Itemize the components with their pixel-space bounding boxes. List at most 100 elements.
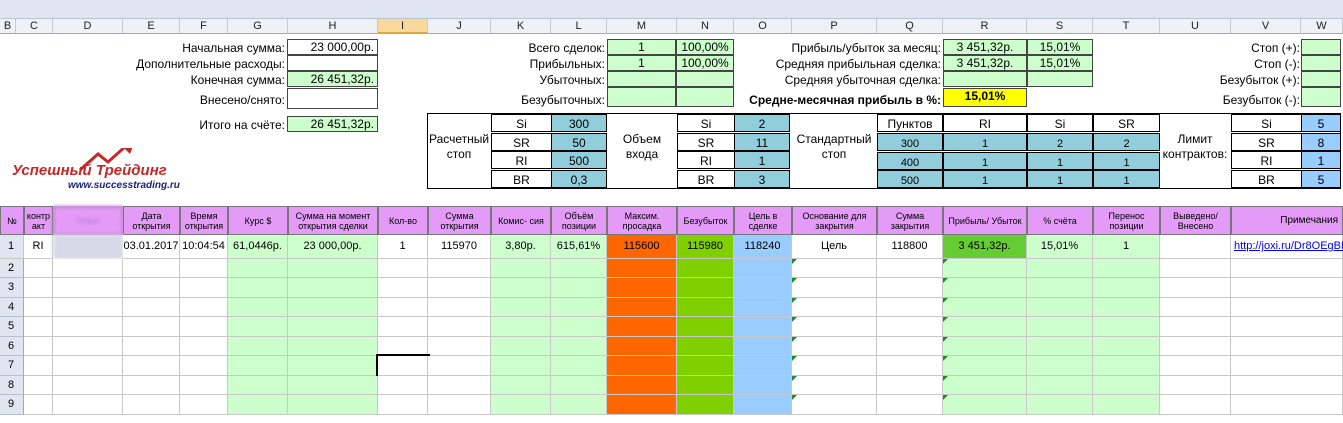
table-header-col-14[interactable]: Основание для закрытия (792, 206, 877, 235)
stop-plus-value[interactable] (1301, 39, 1341, 55)
deposit-value[interactable] (287, 88, 378, 109)
table-cell[interactable] (123, 258, 180, 278)
avg-profit-value[interactable]: 3 451,32р. (943, 55, 1027, 71)
table-cell[interactable] (1027, 375, 1093, 395)
table-cell[interactable] (1093, 375, 1160, 395)
std-stop-cell[interactable]: 1 (1027, 151, 1093, 170)
table-cell[interactable] (376, 354, 430, 378)
column-header-g[interactable]: G (228, 19, 288, 34)
row1-cell-14[interactable]: Цель (792, 235, 877, 259)
table-cell[interactable] (428, 336, 491, 356)
table-cell[interactable] (53, 297, 123, 317)
stop-minus-value[interactable] (1301, 55, 1341, 71)
std-stop-cell[interactable]: 2 (1093, 133, 1160, 151)
table-header-col-3[interactable]: Дата открытия (123, 206, 180, 235)
table-cell[interactable] (491, 395, 551, 415)
table-header-col-10[interactable]: Объём позиции (551, 206, 607, 235)
table-cell[interactable] (943, 258, 1027, 278)
table-cell[interactable] (228, 278, 288, 298)
table-header-col-4[interactable]: Время открытия (180, 206, 228, 235)
table-cell[interactable] (288, 356, 378, 376)
table-cell[interactable] (428, 395, 491, 415)
row1-cell-9[interactable]: 3,80р. (491, 235, 551, 259)
table-cell[interactable] (180, 258, 228, 278)
entry_volume-value-br[interactable]: 3 (734, 169, 790, 188)
table-header-col-11[interactable]: Максим. просадка (607, 206, 677, 235)
table-cell[interactable] (943, 395, 1027, 415)
column-header-e[interactable]: E (123, 19, 180, 34)
table-cell[interactable] (792, 395, 877, 415)
table-cell[interactable] (428, 356, 491, 376)
row1-cell-3[interactable]: 03.01.2017 (123, 235, 180, 259)
std-stop-cell[interactable]: 1 (1093, 170, 1160, 188)
profit-deals-count[interactable]: 1 (607, 55, 676, 71)
table-cell[interactable] (288, 336, 378, 356)
table-cell[interactable] (877, 297, 943, 317)
table-cell[interactable] (180, 297, 228, 317)
table-cell[interactable] (734, 395, 792, 415)
table-cell[interactable] (378, 395, 428, 415)
row1-cell-17[interactable]: 15,01% (1027, 235, 1093, 259)
table-cell[interactable] (734, 258, 792, 278)
table-cell[interactable] (24, 278, 53, 298)
table-cell[interactable] (792, 258, 877, 278)
calc_stop-value-sr[interactable]: 50 (551, 132, 607, 151)
column-header-r[interactable]: R (943, 19, 1027, 34)
row1-cell-1[interactable]: RI (24, 235, 53, 259)
table-header-col-6[interactable]: Сумма на момент открытия сделки (288, 206, 378, 235)
column-header-v[interactable]: V (1231, 19, 1301, 34)
row1-cell-4[interactable]: 10:04:54 (180, 235, 228, 259)
table-header-col-2[interactable]: Ticker (53, 206, 123, 235)
entry_volume-value-ri[interactable]: 1 (734, 151, 790, 169)
table-cell[interactable] (428, 375, 491, 395)
be-deals-count[interactable] (607, 87, 676, 107)
avg-loss-pct[interactable] (1027, 71, 1093, 87)
column-header-p[interactable]: P (792, 19, 877, 34)
limit-value-si[interactable]: 5 (1301, 114, 1341, 132)
table-cell[interactable] (1231, 317, 1343, 337)
monthly-profit-value[interactable]: 15,01% (943, 88, 1027, 107)
all-deals-count[interactable]: 1 (607, 39, 676, 55)
table-cell[interactable] (551, 278, 607, 298)
table-cell[interactable] (53, 356, 123, 376)
column-header-o[interactable]: O (734, 19, 792, 34)
column-header-c[interactable]: C (16, 19, 53, 34)
column-header-b[interactable]: B (0, 19, 16, 34)
table-cell[interactable] (491, 375, 551, 395)
table-header-col-13[interactable]: Цель в сделке (734, 206, 792, 235)
table-cell[interactable] (877, 317, 943, 337)
table-cell[interactable] (1093, 297, 1160, 317)
table-cell[interactable] (734, 336, 792, 356)
entry_volume-value-si[interactable]: 2 (734, 114, 790, 132)
table-cell[interactable] (491, 317, 551, 337)
limit-value-br[interactable]: 5 (1301, 169, 1341, 188)
table-cell[interactable] (228, 317, 288, 337)
table-cell[interactable] (1231, 297, 1343, 317)
table-cell[interactable] (1160, 297, 1231, 317)
table-cell[interactable] (877, 375, 943, 395)
table-cell[interactable] (123, 395, 180, 415)
table-cell[interactable] (428, 258, 491, 278)
table-cell[interactable] (792, 336, 877, 356)
table-cell[interactable] (228, 258, 288, 278)
month-pl-value[interactable]: 3 451,32р. (943, 39, 1027, 55)
table-cell[interactable] (551, 356, 607, 376)
table-header-col-15[interactable]: Сумма закрытия (877, 206, 943, 235)
table-cell[interactable] (378, 278, 428, 298)
table-cell[interactable] (1027, 297, 1093, 317)
table-cell[interactable] (123, 356, 180, 376)
table-cell[interactable] (677, 375, 734, 395)
table-cell[interactable] (607, 258, 677, 278)
month-pl-pct[interactable]: 15,01% (1027, 39, 1093, 55)
table-cell[interactable] (123, 317, 180, 337)
table-cell[interactable] (180, 278, 228, 298)
limit-value-sr[interactable]: 8 (1301, 132, 1341, 151)
table-cell[interactable] (378, 258, 428, 278)
all-deals-pct[interactable]: 100,00% (676, 39, 734, 55)
table-cell[interactable] (677, 317, 734, 337)
table-cell[interactable] (53, 395, 123, 415)
std-stop-cell[interactable]: 1 (1027, 170, 1093, 188)
table-header-col-8[interactable]: Сумма открытия (428, 206, 491, 235)
table-cell[interactable] (607, 297, 677, 317)
std-stop-cell[interactable]: 1 (943, 133, 1027, 151)
